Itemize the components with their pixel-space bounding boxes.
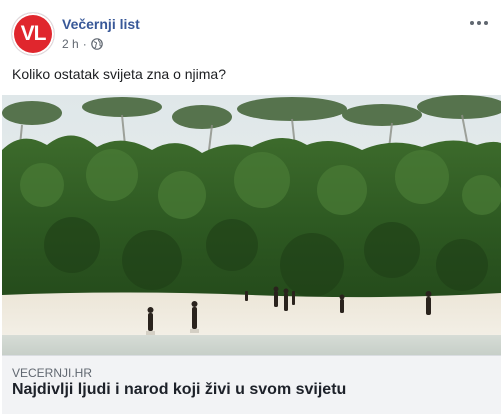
post-meta: 2 h · (62, 37, 103, 51)
dot (470, 21, 474, 25)
post-timestamp[interactable]: 2 h (62, 37, 79, 51)
dot (477, 21, 481, 25)
post-message: Koliko ostatak svijeta zna o njima? (12, 66, 226, 82)
post-image[interactable] (2, 95, 501, 355)
more-options-icon[interactable] (467, 13, 491, 33)
link-domain: VECERNJI.HR (12, 366, 93, 380)
page-name-link[interactable]: Večernji list (62, 16, 140, 32)
page-avatar[interactable]: VL (12, 13, 54, 55)
beach-photo-illustration (2, 95, 501, 355)
post-header: VL Večernji list 2 h · (12, 13, 491, 57)
globe-icon[interactable] (90, 38, 103, 50)
post-card: VL Večernji list 2 h · Koliko ostatak sv… (0, 0, 503, 414)
link-preview-footer[interactable]: VECERNJI.HR Najdivlji ljudi i narod koji… (2, 355, 501, 414)
dot (484, 21, 488, 25)
meta-separator: · (82, 37, 87, 51)
avatar-logo-text: VL (20, 22, 47, 45)
link-title[interactable]: Najdivlji ljudi i narod koji živi u svom… (12, 381, 346, 399)
